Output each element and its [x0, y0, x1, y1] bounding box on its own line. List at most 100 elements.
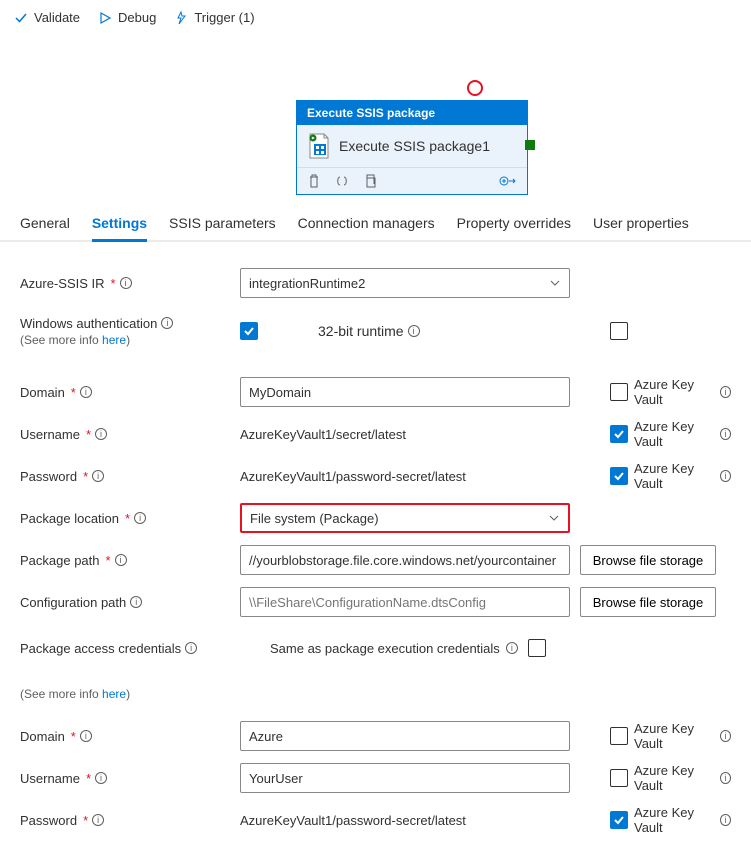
pac-domain-label: Domain — [20, 729, 65, 744]
delete-icon[interactable] — [307, 174, 321, 188]
required-indicator: * — [71, 729, 76, 744]
info-icon[interactable]: i — [95, 428, 107, 440]
azure-ssis-ir-value: integrationRuntime2 — [249, 276, 365, 291]
tab-connection-managers[interactable]: Connection managers — [298, 205, 435, 240]
trigger-icon — [174, 11, 188, 25]
akv-password-checkbox[interactable] — [610, 467, 628, 485]
info-icon[interactable]: i — [92, 470, 104, 482]
package-path-input[interactable] — [240, 545, 570, 575]
pac-username-input[interactable] — [240, 763, 570, 793]
package-location-value: File system (Package) — [250, 511, 379, 526]
debug-button[interactable]: Debug — [98, 10, 156, 25]
chevron-down-icon — [548, 512, 560, 524]
configuration-path-input[interactable] — [240, 587, 570, 617]
here-link-2[interactable]: here — [102, 687, 126, 701]
same-as-package-label: Same as package execution credentials — [270, 641, 500, 656]
see-more-info-2: (See more info here) — [20, 687, 130, 701]
info-icon[interactable]: i — [120, 277, 132, 289]
success-output-handle[interactable] — [525, 140, 535, 150]
browse-file-storage-button-2[interactable]: Browse file storage — [580, 587, 716, 617]
required-indicator: * — [86, 771, 91, 786]
akv-label: Azure Key Vault — [634, 419, 714, 449]
info-icon[interactable]: i — [408, 325, 420, 337]
validation-marker — [467, 80, 483, 96]
configuration-path-label: Configuration path — [20, 595, 126, 610]
info-icon[interactable]: i — [130, 596, 142, 608]
see-more-info: (See more info here) — [20, 333, 130, 347]
info-icon[interactable]: i — [134, 512, 146, 524]
windows-auth-checkbox[interactable] — [240, 322, 258, 340]
akv-label: Azure Key Vault — [634, 721, 714, 751]
package-path-label: Package path — [20, 553, 100, 568]
info-icon[interactable]: i — [92, 814, 104, 826]
akv-pac-domain-checkbox[interactable] — [610, 727, 628, 745]
info-icon[interactable]: i — [80, 730, 92, 742]
info-icon[interactable]: i — [506, 642, 518, 654]
info-icon[interactable]: i — [720, 730, 731, 742]
info-icon[interactable]: i — [161, 317, 173, 329]
akv-label: Azure Key Vault — [634, 377, 714, 407]
required-indicator: * — [106, 553, 111, 568]
same-as-package-checkbox[interactable] — [528, 639, 546, 657]
info-icon[interactable]: i — [95, 772, 107, 784]
akv-domain-checkbox[interactable] — [610, 383, 628, 401]
debug-label: Debug — [118, 10, 156, 25]
validate-button[interactable]: Validate — [14, 10, 80, 25]
info-icon[interactable]: i — [720, 470, 731, 482]
copy-icon[interactable] — [363, 174, 377, 188]
trigger-button[interactable]: Trigger (1) — [174, 10, 254, 25]
pac-password-label: Password — [20, 813, 77, 828]
required-indicator: * — [125, 511, 130, 526]
tab-property-overrides[interactable]: Property overrides — [457, 205, 571, 240]
code-icon[interactable] — [335, 174, 349, 188]
check-icon — [14, 11, 28, 25]
pac-username-label: Username — [20, 771, 80, 786]
tab-user-properties[interactable]: User properties — [593, 205, 689, 240]
username-label: Username — [20, 427, 80, 442]
domain-input[interactable] — [240, 377, 570, 407]
domain-label: Domain — [20, 385, 65, 400]
windows-auth-label: Windows authentication — [20, 316, 157, 331]
activity-toolbar — [297, 168, 527, 194]
pipeline-canvas[interactable]: Execute SSIS package Execute SSIS packag… — [0, 35, 751, 205]
bit32-checkbox[interactable] — [610, 322, 628, 340]
tab-general[interactable]: General — [20, 205, 70, 240]
tab-ssis-parameters[interactable]: SSIS parameters — [169, 205, 276, 240]
play-icon — [98, 11, 112, 25]
add-output-icon[interactable] — [499, 174, 517, 188]
tab-settings[interactable]: Settings — [92, 205, 147, 242]
validate-label: Validate — [34, 10, 80, 25]
pac-domain-input[interactable] — [240, 721, 570, 751]
info-icon[interactable]: i — [80, 386, 92, 398]
info-icon[interactable]: i — [185, 642, 197, 654]
activity-execute-ssis[interactable]: Execute SSIS package Execute SSIS packag… — [296, 100, 528, 195]
akv-pac-username-checkbox[interactable] — [610, 769, 628, 787]
required-indicator: * — [86, 427, 91, 442]
password-value: AzureKeyVault1/password-secret/latest — [240, 461, 570, 491]
info-icon[interactable]: i — [720, 772, 731, 784]
akv-label: Azure Key Vault — [634, 763, 714, 793]
info-icon[interactable]: i — [115, 554, 127, 566]
package-access-label: Package access credentials — [20, 641, 181, 656]
azure-ssis-ir-select[interactable]: integrationRuntime2 — [240, 268, 570, 298]
here-link[interactable]: here — [102, 333, 126, 347]
ssis-package-icon — [307, 133, 331, 159]
browse-file-storage-button[interactable]: Browse file storage — [580, 545, 716, 575]
trigger-label: Trigger (1) — [194, 10, 254, 25]
info-icon[interactable]: i — [720, 386, 731, 398]
akv-pac-password-checkbox[interactable] — [610, 811, 628, 829]
info-icon[interactable]: i — [720, 814, 731, 826]
properties-tabs: General Settings SSIS parameters Connect… — [0, 205, 751, 242]
settings-form: Azure-SSIS IR * i integrationRuntime2 Wi… — [0, 242, 751, 852]
akv-label: Azure Key Vault — [634, 461, 714, 491]
akv-username-checkbox[interactable] — [610, 425, 628, 443]
activity-name: Execute SSIS package1 — [339, 138, 490, 154]
akv-label: Azure Key Vault — [634, 805, 714, 835]
chevron-down-icon — [549, 277, 561, 289]
username-value: AzureKeyVault1/secret/latest — [240, 419, 570, 449]
required-indicator: * — [83, 813, 88, 828]
info-icon[interactable]: i — [720, 428, 731, 440]
package-location-label: Package location — [20, 511, 119, 526]
package-location-select[interactable]: File system (Package) — [240, 503, 570, 533]
pac-password-value: AzureKeyVault1/password-secret/latest — [240, 805, 570, 835]
